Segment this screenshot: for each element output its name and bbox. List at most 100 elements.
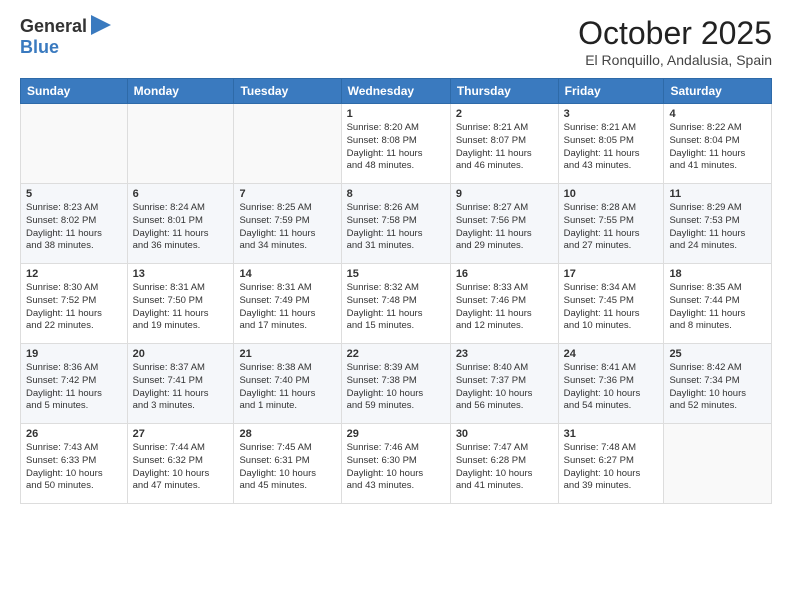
day-number: 28: [239, 428, 335, 440]
day-info: Sunrise: 8:35 AM Sunset: 7:44 PM Dayligh…: [669, 282, 766, 333]
calendar-cell: 23 Sunrise: 8:40 AM Sunset: 7:37 PM Dayli…: [450, 344, 558, 424]
day-number: 1: [347, 108, 445, 120]
day-info: Sunrise: 8:31 AM Sunset: 7:50 PM Dayligh…: [133, 282, 229, 333]
day-number: 23: [456, 348, 553, 360]
weekday-header: Saturday: [664, 79, 772, 104]
calendar-week-row: 19Sunrise: 8:36 AM Sunset: 7:42 PM Dayli…: [21, 344, 772, 424]
calendar-cell: 18 Sunrise: 8:35 AM Sunset: 7:44 PM Dayli…: [664, 264, 772, 344]
day-number: 9: [456, 188, 553, 200]
calendar-week-row: 12 Sunrise: 8:30 AM Sunset: 7:52 PM Dayli…: [21, 264, 772, 344]
calendar-cell: 20 Sunrise: 8:37 AM Sunset: 7:41 PM Dayli…: [127, 344, 234, 424]
day-info: Sunrise: 7:46 AM Sunset: 6:30 PM Dayligh…: [347, 442, 445, 493]
day-info: Sunrise: 8:24 AM Sunset: 8:01 PM Dayligh…: [133, 202, 229, 253]
calendar-cell: 21 Sunrise: 8:38 AM Sunset: 7:40 PM Dayli…: [234, 344, 341, 424]
day-info: Sunrise: 8:32 AM Sunset: 7:48 PM Dayligh…: [347, 282, 445, 333]
month-title: October 2025: [578, 15, 772, 52]
weekday-header: Sunday: [21, 79, 128, 104]
calendar-cell: 31 Sunrise: 7:48 AM Sunset: 6:27 PM Dayli…: [558, 424, 664, 504]
calendar-cell: 30Sunrise: 7:47 AM Sunset: 6:28 PM Dayli…: [450, 424, 558, 504]
day-info: Sunrise: 8:42 AM Sunset: 7:34 PM Dayligh…: [669, 362, 766, 413]
day-info: Sunrise: 8:20 AM Sunset: 8:08 PM Dayligh…: [347, 122, 445, 173]
day-number: 25: [669, 348, 766, 360]
page: General Blue October 2025 El Ronquillo, …: [0, 0, 792, 612]
day-number: 27: [133, 428, 229, 440]
day-number: 31: [564, 428, 659, 440]
calendar-cell: 2Sunrise: 8:21 AM Sunset: 8:07 PM Daylig…: [450, 104, 558, 184]
calendar-cell: 24 Sunrise: 8:41 AM Sunset: 7:36 PM Dayli…: [558, 344, 664, 424]
day-info: Sunrise: 8:40 AM Sunset: 7:37 PM Dayligh…: [456, 362, 553, 413]
day-number: 6: [133, 188, 229, 200]
calendar-cell: 6 Sunrise: 8:24 AM Sunset: 8:01 PM Daylig…: [127, 184, 234, 264]
day-info: Sunrise: 7:43 AM Sunset: 6:33 PM Dayligh…: [26, 442, 122, 493]
calendar-cell: [21, 104, 128, 184]
day-info: Sunrise: 8:21 AM Sunset: 8:05 PM Dayligh…: [564, 122, 659, 173]
calendar-cell: [234, 104, 341, 184]
day-number: 16: [456, 268, 553, 280]
day-info: Sunrise: 8:41 AM Sunset: 7:36 PM Dayligh…: [564, 362, 659, 413]
day-info: Sunrise: 7:44 AM Sunset: 6:32 PM Dayligh…: [133, 442, 229, 493]
day-info: Sunrise: 8:34 AM Sunset: 7:45 PM Dayligh…: [564, 282, 659, 333]
day-number: 8: [347, 188, 445, 200]
day-number: 20: [133, 348, 229, 360]
day-info: Sunrise: 8:31 AM Sunset: 7:49 PM Dayligh…: [239, 282, 335, 333]
day-number: 2: [456, 108, 553, 120]
day-info: Sunrise: 7:45 AM Sunset: 6:31 PM Dayligh…: [239, 442, 335, 493]
calendar-cell: [127, 104, 234, 184]
day-number: 11: [669, 188, 766, 200]
calendar-cell: 29Sunrise: 7:46 AM Sunset: 6:30 PM Dayli…: [341, 424, 450, 504]
day-info: Sunrise: 8:37 AM Sunset: 7:41 PM Dayligh…: [133, 362, 229, 413]
day-info: Sunrise: 7:48 AM Sunset: 6:27 PM Dayligh…: [564, 442, 659, 493]
day-number: 15: [347, 268, 445, 280]
calendar-cell: 3 Sunrise: 8:21 AM Sunset: 8:05 PM Daylig…: [558, 104, 664, 184]
day-number: 4: [669, 108, 766, 120]
weekday-header: Monday: [127, 79, 234, 104]
calendar-cell: [664, 424, 772, 504]
day-number: 24: [564, 348, 659, 360]
calendar-cell: 11Sunrise: 8:29 AM Sunset: 7:53 PM Dayli…: [664, 184, 772, 264]
calendar-cell: 27 Sunrise: 7:44 AM Sunset: 6:32 PM Dayli…: [127, 424, 234, 504]
day-number: 21: [239, 348, 335, 360]
day-number: 17: [564, 268, 659, 280]
logo-icon: [89, 15, 111, 37]
day-info: Sunrise: 8:28 AM Sunset: 7:55 PM Dayligh…: [564, 202, 659, 253]
calendar-week-row: 5Sunrise: 8:23 AM Sunset: 8:02 PM Daylig…: [21, 184, 772, 264]
calendar-cell: 4Sunrise: 8:22 AM Sunset: 8:04 PM Daylig…: [664, 104, 772, 184]
day-number: 5: [26, 188, 122, 200]
calendar-cell: 15 Sunrise: 8:32 AM Sunset: 7:48 PM Dayli…: [341, 264, 450, 344]
day-info: Sunrise: 8:27 AM Sunset: 7:56 PM Dayligh…: [456, 202, 553, 253]
day-number: 12: [26, 268, 122, 280]
calendar-cell: 19Sunrise: 8:36 AM Sunset: 7:42 PM Dayli…: [21, 344, 128, 424]
day-info: Sunrise: 8:33 AM Sunset: 7:46 PM Dayligh…: [456, 282, 553, 333]
logo: General Blue: [20, 15, 111, 58]
day-info: Sunrise: 8:25 AM Sunset: 7:59 PM Dayligh…: [239, 202, 335, 253]
calendar-cell: 16 Sunrise: 8:33 AM Sunset: 7:46 PM Dayli…: [450, 264, 558, 344]
day-number: 13: [133, 268, 229, 280]
day-number: 26: [26, 428, 122, 440]
calendar-cell: 28 Sunrise: 7:45 AM Sunset: 6:31 PM Dayli…: [234, 424, 341, 504]
calendar-cell: 26 Sunrise: 7:43 AM Sunset: 6:33 PM Dayli…: [21, 424, 128, 504]
weekday-header: Thursday: [450, 79, 558, 104]
calendar-cell: 12 Sunrise: 8:30 AM Sunset: 7:52 PM Dayli…: [21, 264, 128, 344]
day-info: Sunrise: 8:30 AM Sunset: 7:52 PM Dayligh…: [26, 282, 122, 333]
day-info: Sunrise: 8:26 AM Sunset: 7:58 PM Dayligh…: [347, 202, 445, 253]
day-number: 19: [26, 348, 122, 360]
calendar-table: SundayMondayTuesdayWednesdayThursdayFrid…: [20, 78, 772, 504]
day-info: Sunrise: 8:38 AM Sunset: 7:40 PM Dayligh…: [239, 362, 335, 413]
location: El Ronquillo, Andalusia, Spain: [578, 52, 772, 68]
calendar-cell: 14 Sunrise: 8:31 AM Sunset: 7:49 PM Dayli…: [234, 264, 341, 344]
calendar-cell: 10Sunrise: 8:28 AM Sunset: 7:55 PM Dayli…: [558, 184, 664, 264]
calendar-cell: 9 Sunrise: 8:27 AM Sunset: 7:56 PM Daylig…: [450, 184, 558, 264]
day-number: 22: [347, 348, 445, 360]
day-number: 18: [669, 268, 766, 280]
calendar-week-row: 26 Sunrise: 7:43 AM Sunset: 6:33 PM Dayli…: [21, 424, 772, 504]
calendar-cell: 1 Sunrise: 8:20 AM Sunset: 8:08 PM Daylig…: [341, 104, 450, 184]
header: General Blue October 2025 El Ronquillo, …: [20, 15, 772, 68]
day-number: 3: [564, 108, 659, 120]
calendar-cell: 8 Sunrise: 8:26 AM Sunset: 7:58 PM Daylig…: [341, 184, 450, 264]
weekday-header: Friday: [558, 79, 664, 104]
day-number: 14: [239, 268, 335, 280]
calendar-week-row: 1 Sunrise: 8:20 AM Sunset: 8:08 PM Daylig…: [21, 104, 772, 184]
day-info: Sunrise: 8:39 AM Sunset: 7:38 PM Dayligh…: [347, 362, 445, 413]
calendar-cell: 7Sunrise: 8:25 AM Sunset: 7:59 PM Daylig…: [234, 184, 341, 264]
weekday-header: Wednesday: [341, 79, 450, 104]
